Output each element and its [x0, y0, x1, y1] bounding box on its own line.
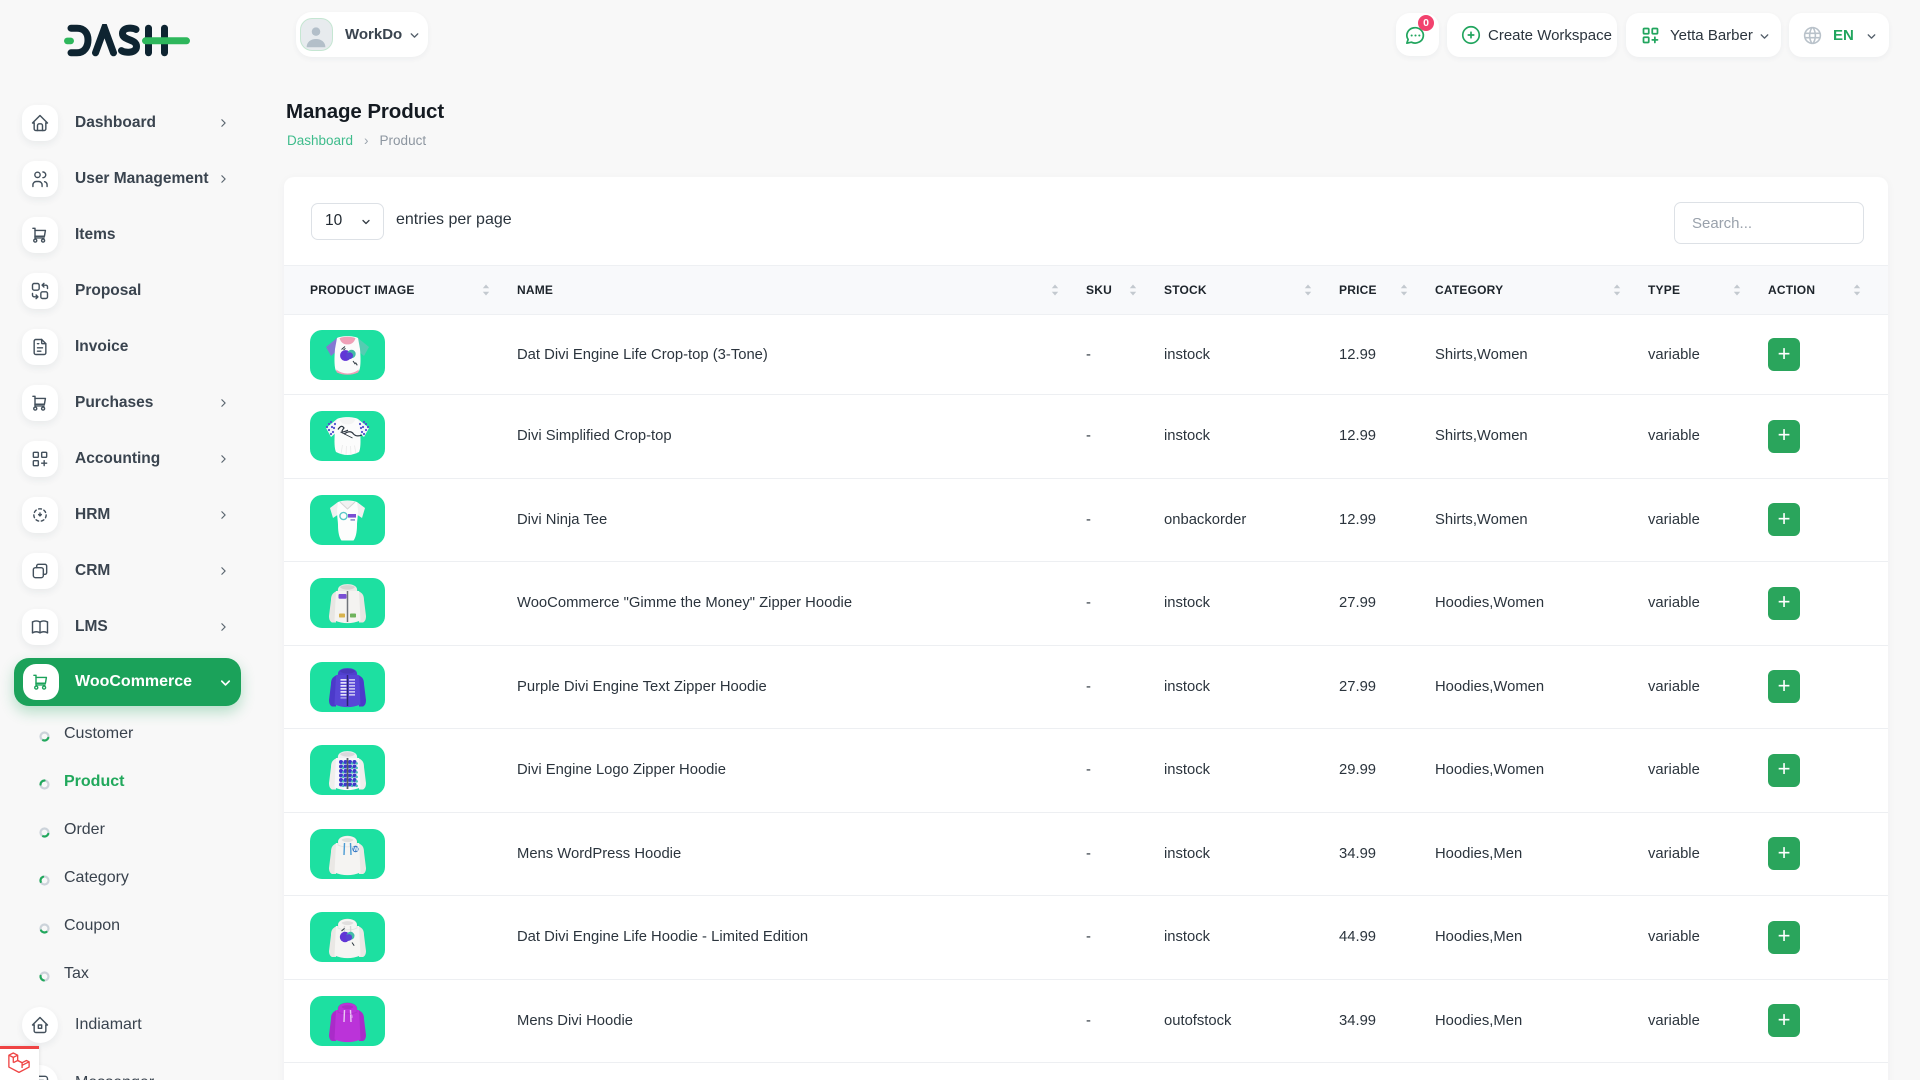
svg-text:W: W	[353, 847, 359, 853]
